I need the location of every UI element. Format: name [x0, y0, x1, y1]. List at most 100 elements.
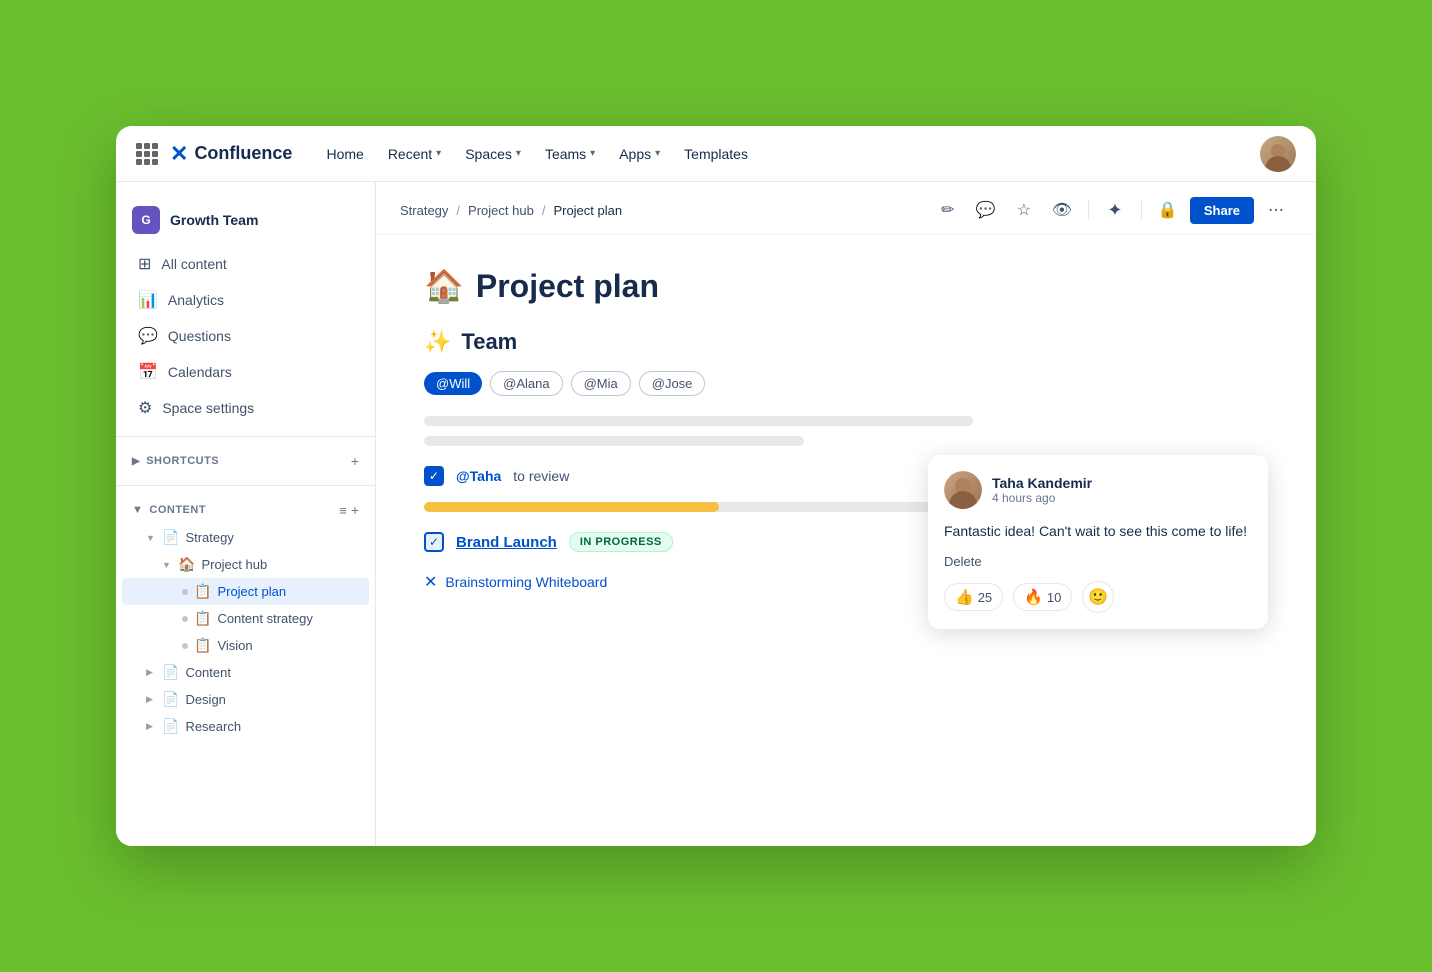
toolbar-icons: ✏ 💬 ☆ 👁 ✦ 🔒 Share ⋯ [932, 194, 1292, 226]
shortcuts-add-icon[interactable]: + [351, 453, 359, 469]
tree-item-project-plan[interactable]: 📋 Project plan [122, 578, 369, 605]
progress-line-partial [424, 502, 719, 512]
fire-emoji: 🔥 [1024, 588, 1043, 606]
content-tree-icon: 📄 [162, 664, 179, 681]
user-avatar[interactable] [1260, 136, 1296, 172]
project-plan-bullet [182, 589, 188, 595]
add-reaction-button[interactable]: 🙂 [1082, 581, 1114, 613]
analytics-icon: 📊 [138, 290, 158, 310]
team-tags: @Will @Alana @Mia @Jose [424, 371, 1268, 396]
vision-bullet [182, 643, 188, 649]
content-add-icon[interactable]: + [351, 502, 359, 518]
breadcrumb: Strategy / Project hub / Project plan [400, 203, 622, 218]
edit-icon[interactable]: ✏ [932, 194, 964, 226]
tag-mia[interactable]: @Mia [571, 371, 631, 396]
logo-icon: ✕ [170, 141, 188, 167]
comment-delete-button[interactable]: Delete [944, 554, 1252, 569]
comment-avatar [944, 471, 982, 509]
reaction-fire[interactable]: 🔥 10 [1013, 583, 1072, 611]
content-line-1 [424, 416, 973, 426]
share-button[interactable]: Share [1190, 197, 1254, 224]
tag-alana[interactable]: @Alana [490, 371, 562, 396]
strategy-chevron: ▼ [146, 533, 156, 543]
content-strategy-icon: 📋 [194, 610, 211, 627]
eye-icon[interactable]: 👁 [1046, 194, 1078, 226]
team-section-header: ✨ Team [424, 329, 1268, 355]
shortcuts-label: ▶ SHORTCUTS [132, 455, 219, 467]
lock-icon[interactable]: 🔒 [1152, 194, 1184, 226]
sidebar-item-calendars[interactable]: 📅 Calendars [122, 354, 369, 390]
task-mention[interactable]: @Taha [456, 468, 501, 484]
nav-spaces-chevron: ▾ [516, 148, 521, 159]
design-tree-chevron: ▶ [146, 694, 156, 705]
app-grid-icon[interactable] [136, 143, 158, 165]
brand-launch-text[interactable]: Brand Launch [456, 534, 557, 551]
comment-toolbar-icon[interactable]: 💬 [970, 194, 1002, 226]
task-text: to review [513, 468, 569, 484]
page-title: 🏠 Project plan [424, 267, 1268, 305]
add-reaction-icon: 🙂 [1088, 587, 1108, 607]
top-navigation: ✕ Confluence Home Recent ▾ Spaces ▾ Team… [116, 126, 1316, 182]
nav-spaces[interactable]: Spaces ▾ [455, 140, 531, 168]
space-header[interactable]: G Growth Team [116, 198, 375, 246]
tree-item-strategy[interactable]: ▼ 📄 Strategy [122, 524, 369, 551]
more-options-icon[interactable]: ⋯ [1260, 194, 1292, 226]
shortcuts-section[interactable]: ▶ SHORTCUTS + [116, 447, 375, 475]
sidebar-item-questions[interactable]: 💬 Questions [122, 318, 369, 354]
comment-popup: Taha Kandemir 4 hours ago Fantastic idea… [928, 455, 1268, 629]
shortcuts-chevron: ▶ [132, 456, 140, 467]
fire-count: 10 [1047, 590, 1061, 605]
breadcrumb-sep-1: / [456, 203, 460, 218]
thumbsup-count: 25 [978, 590, 992, 605]
reaction-thumbsup[interactable]: 👍 25 [944, 583, 1003, 611]
calendars-icon: 📅 [138, 362, 158, 382]
sidebar-divider-2 [116, 485, 375, 486]
logo[interactable]: ✕ Confluence [170, 141, 292, 167]
sidebar-item-space-settings[interactable]: ⚙ Space settings [122, 390, 369, 426]
brand-launch-checkbox[interactable]: ✓ [424, 532, 444, 552]
star-icon[interactable]: ☆ [1008, 194, 1040, 226]
nav-right [1260, 136, 1296, 172]
content-section-header[interactable]: ▼ CONTENT ≡ + [116, 496, 375, 524]
breadcrumb-project-hub[interactable]: Project hub [468, 203, 534, 218]
nav-recent[interactable]: Recent ▾ [378, 140, 451, 168]
nav-items: Home Recent ▾ Spaces ▾ Teams ▾ Apps ▾ Te… [316, 140, 1252, 168]
research-tree-chevron: ▶ [146, 721, 156, 732]
space-name: Growth Team [170, 212, 258, 228]
main-body: G Growth Team ⊞ All content 📊 Analytics … [116, 182, 1316, 846]
tag-jose[interactable]: @Jose [639, 371, 706, 396]
nav-home[interactable]: Home [316, 140, 373, 168]
nav-apps-chevron: ▾ [655, 148, 660, 159]
logo-text: Confluence [194, 143, 292, 164]
tree-item-research[interactable]: ▶ 📄 Research [122, 713, 369, 740]
tree-item-vision[interactable]: 📋 Vision [122, 632, 369, 659]
content-filter-icon[interactable]: ≡ [339, 503, 347, 518]
tree-item-design[interactable]: ▶ 📄 Design [122, 686, 369, 713]
spark-icon[interactable]: ✦ [1099, 194, 1131, 226]
comment-time: 4 hours ago [992, 491, 1092, 505]
comment-text: Fantastic idea! Can't wait to see this c… [944, 521, 1252, 542]
sidebar-divider-1 [116, 436, 375, 437]
project-plan-icon: 📋 [194, 583, 211, 600]
tree-item-content[interactable]: ▶ 📄 Content [122, 659, 369, 686]
strategy-icon: 📄 [162, 529, 179, 546]
nav-templates[interactable]: Templates [674, 140, 758, 168]
toolbar-divider-1 [1088, 200, 1089, 220]
tree-item-project-hub[interactable]: ▼ 🏠 Project hub [122, 551, 369, 578]
research-tree-icon: 📄 [162, 718, 179, 735]
thumbsup-emoji: 👍 [955, 588, 974, 606]
task-checkbox[interactable]: ✓ [424, 466, 444, 486]
sidebar-item-all-content[interactable]: ⊞ All content [122, 246, 369, 282]
breadcrumb-bar: Strategy / Project hub / Project plan ✏ … [376, 182, 1316, 235]
tag-will[interactable]: @Will [424, 372, 482, 395]
breadcrumb-strategy[interactable]: Strategy [400, 203, 448, 218]
content-tree-chevron: ▶ [146, 667, 156, 678]
tree-item-content-strategy[interactable]: 📋 Content strategy [122, 605, 369, 632]
nav-teams[interactable]: Teams ▾ [535, 140, 605, 168]
nav-apps[interactable]: Apps ▾ [609, 140, 670, 168]
nav-teams-chevron: ▾ [590, 148, 595, 159]
content-label: ▼ CONTENT [132, 504, 206, 516]
project-hub-chevron: ▼ [162, 560, 172, 570]
sidebar-item-analytics[interactable]: 📊 Analytics [122, 282, 369, 318]
project-hub-icon: 🏠 [178, 556, 195, 573]
